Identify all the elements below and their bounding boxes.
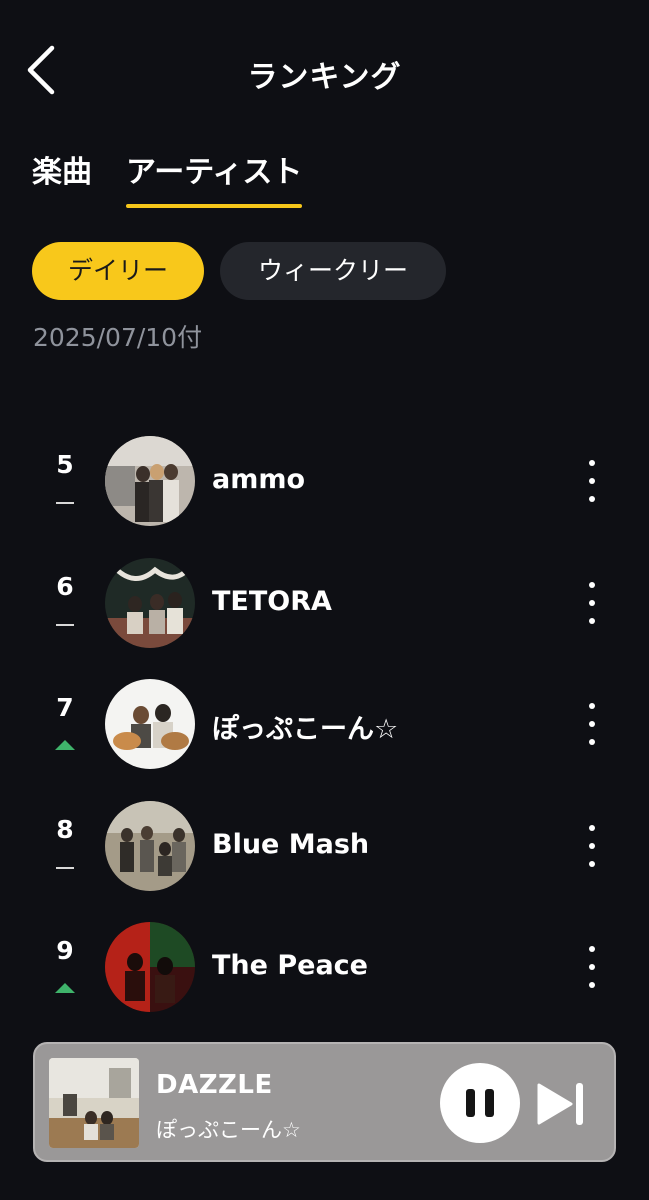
pause-icon [485,1089,494,1117]
artist-name[interactable]: ぽっぷこーん☆ [212,707,398,746]
daily-pill[interactable]: デイリー [32,242,204,300]
triangle-up-icon [55,983,75,993]
dash-icon [56,623,74,626]
dash-icon [56,866,74,869]
more-button[interactable] [576,580,608,626]
ranking-row[interactable]: 7 ぽっぷこーん☆ [0,663,649,785]
rank-number: 7 [56,693,74,722]
pause-icon [466,1089,475,1117]
artist-avatar[interactable] [105,922,195,1012]
ranking-row[interactable]: 9 The Peace [0,906,649,1028]
artist-name[interactable]: The Peace [212,950,368,981]
artist-name[interactable]: TETORA [212,586,332,617]
more-button[interactable] [576,944,608,990]
period-selector: デイリー ウィークリー [32,242,446,300]
rank-number: 9 [56,936,74,965]
weekly-pill[interactable]: ウィークリー [220,242,446,300]
next-button[interactable] [535,1080,587,1128]
track-artist: ぽっぷこーん☆ [156,1118,301,1142]
ranking-row[interactable]: 8 Blue Mash [0,785,649,907]
dash-icon [56,502,74,504]
more-button[interactable] [576,823,608,869]
track-title: DAZZLE [156,1070,273,1100]
skip-next-icon [537,1083,583,1125]
rank-number: 8 [56,814,74,844]
ranking-list: 5 ammo 6 TETORA 7 ぽっぷこーん☆ 8 Blue Mash 9 … [0,420,649,1028]
rank-number: 6 [56,571,74,601]
artist-name[interactable]: Blue Mash [212,829,369,860]
triangle-up-icon [55,740,75,750]
mini-player[interactable]: DAZZLE ぽっぷこーん☆ [33,1042,616,1162]
artist-avatar[interactable] [105,557,195,648]
ranking-date: 2025/07/10付 [33,323,203,352]
ranking-row[interactable]: 6 TETORA [0,542,649,664]
artist-avatar[interactable] [105,800,195,891]
artist-avatar[interactable] [105,679,195,769]
pause-button[interactable] [440,1063,520,1143]
tab-songs[interactable]: 楽曲 [32,150,92,208]
more-button[interactable] [576,458,608,504]
ranking-row[interactable]: 5 ammo [0,420,649,542]
rank-number: 5 [56,450,74,479]
artist-avatar[interactable] [105,436,195,526]
artist-name[interactable]: ammo [212,464,305,495]
album-art[interactable] [49,1058,139,1148]
tab-bar: 楽曲 アーティスト [32,150,303,212]
header: ランキング [0,0,649,140]
tab-artists[interactable]: アーティスト [126,150,303,208]
more-button[interactable] [576,701,608,747]
page-title: ランキング [247,60,402,95]
